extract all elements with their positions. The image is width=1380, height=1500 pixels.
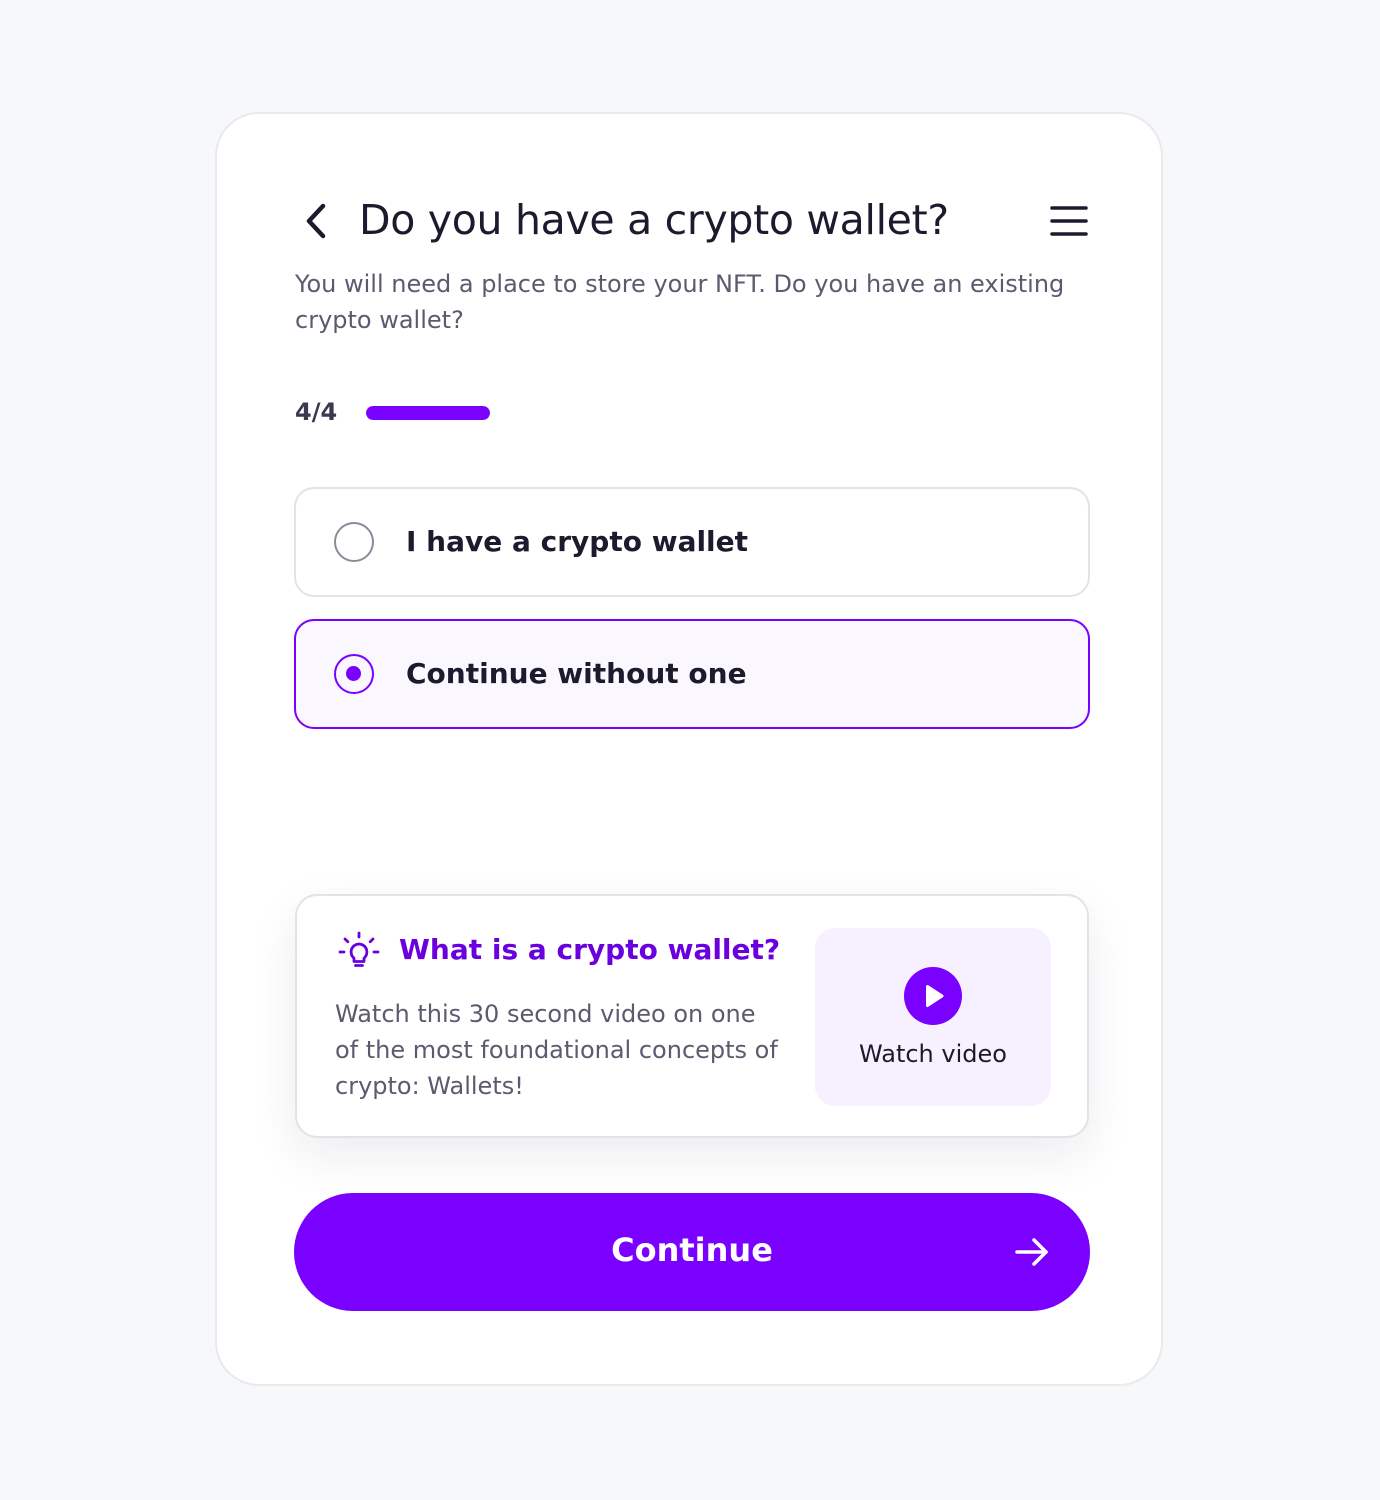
watch-video-button[interactable]: Watch video	[815, 928, 1051, 1106]
play-icon	[904, 967, 962, 1025]
menu-button[interactable]	[1049, 203, 1089, 239]
step-progress: 4/4	[295, 394, 595, 430]
option-continue-without[interactable]: Continue without one	[294, 619, 1090, 729]
progress-bar-fill	[366, 406, 490, 420]
info-card: What is a crypto wallet? Watch this 30 s…	[295, 894, 1089, 1138]
option-label: Continue without one	[406, 657, 747, 690]
lightbulb-icon	[338, 931, 380, 967]
page-title: Do you have a crypto wallet?	[359, 196, 949, 244]
radio-button[interactable]	[334, 654, 374, 694]
continue-button[interactable]: Continue	[294, 1193, 1090, 1311]
progress-bar	[366, 406, 490, 420]
onboarding-card: Do you have a crypto wallet? You will ne…	[215, 112, 1163, 1386]
hamburger-menu-icon	[1050, 206, 1088, 236]
arrow-right-icon	[1015, 1238, 1048, 1266]
header: Do you have a crypto wallet?	[295, 192, 1089, 252]
watch-video-label: Watch video	[859, 1040, 1007, 1068]
info-title: What is a crypto wallet?	[399, 933, 781, 966]
option-have-wallet[interactable]: I have a crypto wallet	[294, 487, 1090, 597]
step-counter: 4/4	[295, 398, 338, 426]
chevron-left-icon	[306, 203, 326, 239]
info-description: Watch this 30 second video on one of the…	[335, 1000, 778, 1100]
continue-label: Continue	[611, 1231, 773, 1269]
radio-button[interactable]	[334, 522, 374, 562]
page-subtitle: You will need a place to store your NFT.…	[295, 270, 1065, 334]
back-button[interactable]	[301, 201, 335, 241]
option-label: I have a crypto wallet	[406, 525, 749, 558]
